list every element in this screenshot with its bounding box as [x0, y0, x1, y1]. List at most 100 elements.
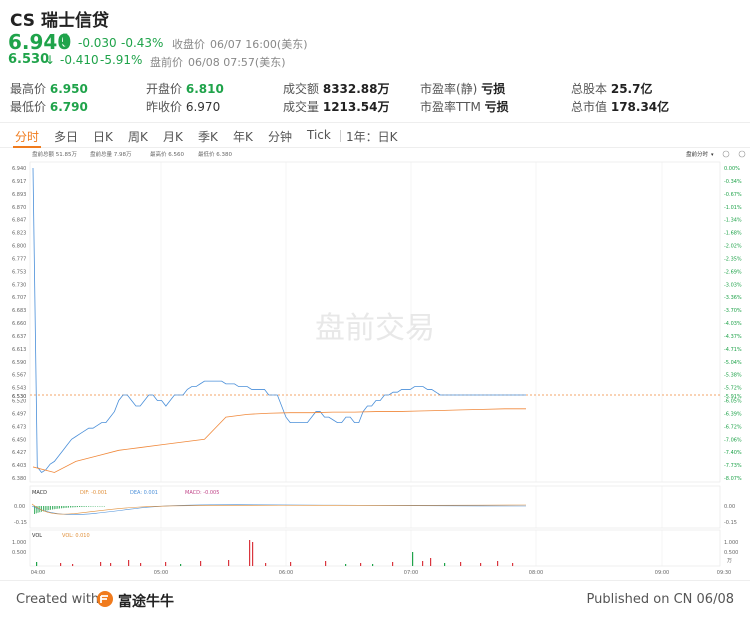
macd-bar — [91, 506, 93, 507]
macd-tick-0: 0.00 — [14, 504, 25, 510]
macd-bar — [68, 506, 69, 508]
volume-bar — [265, 563, 267, 566]
volume-bar — [480, 563, 482, 566]
avg-series-line — [32, 408, 526, 473]
price-tick-label: 6.660 — [12, 321, 26, 327]
chevron-down-icon[interactable]: ▾ — [711, 152, 714, 158]
zoom-in-icon[interactable] — [722, 150, 730, 158]
stat-open: 开盘价 6.810 — [146, 82, 224, 96]
zoom-out-icon[interactable] — [738, 150, 746, 158]
stat-mcap: 总市值 178.34亿 — [571, 100, 670, 114]
price-tick-label: 6.707 — [12, 295, 26, 301]
tab-multi-day[interactable]: 多日 — [54, 128, 78, 145]
stat-volume: 成交量 1213.54万 — [283, 100, 390, 114]
macd-bar — [88, 506, 89, 507]
price-tick-label: 6.917 — [12, 179, 26, 185]
mode-select[interactable]: 盘前分时 — [686, 150, 709, 158]
macd-bar — [95, 506, 96, 507]
macd-histogram — [34, 506, 105, 514]
volume-bar — [228, 560, 230, 566]
volume-bar — [512, 563, 514, 566]
vol-tick-right-0: 1.000 — [724, 540, 738, 546]
tab-year-k[interactable]: 年K — [233, 128, 253, 145]
macd-bar — [84, 506, 86, 507]
macd-bar — [50, 506, 51, 510]
time-tick-label: 05:00 — [154, 570, 168, 576]
vol-frame — [29, 529, 721, 567]
macd-bar — [102, 506, 104, 507]
pct-tick-label: -2.02% — [724, 244, 742, 250]
brand-name: 富途牛牛 — [118, 594, 174, 610]
macd-tick-right-1: -0.15 — [724, 520, 737, 526]
price-tick-label: 6.847 — [12, 218, 26, 224]
pct-tick-label: -0.67% — [724, 192, 742, 198]
price-tick-label: 6.683 — [12, 308, 26, 314]
pct-tick-label: -4.37% — [724, 334, 742, 340]
pct-tick-label: -3.03% — [724, 282, 742, 288]
macd-bar — [62, 506, 64, 509]
created-with-label: Created with — [16, 592, 100, 607]
tab-minute[interactable]: 分钟 — [268, 128, 292, 145]
volume-bar — [252, 542, 254, 566]
price-tick-label: 6.777 — [12, 256, 26, 262]
macd-bar — [82, 506, 84, 507]
tab-quarter-k[interactable]: 季K — [198, 128, 218, 145]
tab-month-k[interactable]: 月K — [163, 128, 183, 145]
price-tick-label: 6.543 — [12, 386, 26, 392]
tab-tick[interactable]: Tick — [307, 128, 331, 142]
tab-separator — [340, 130, 341, 142]
tab-intraday[interactable]: 分时 — [15, 128, 39, 145]
stat-low: 最低价 6.790 — [10, 100, 88, 114]
volume-bar — [412, 552, 414, 566]
pct-tick-label: 0.00% — [724, 166, 740, 172]
time-tick-label: 09:00 — [655, 570, 669, 576]
volume-bar — [180, 564, 182, 566]
pct-tick-label: -4.71% — [724, 347, 742, 353]
macd-bar — [75, 506, 77, 508]
dif-line — [31, 503, 527, 515]
volume-bar — [444, 563, 446, 566]
volume-bar — [345, 564, 347, 566]
pct-tick-label: -1.01% — [724, 205, 742, 211]
price-change-pct: -0.43% — [121, 36, 164, 50]
macd-bar — [77, 506, 78, 508]
volume-bar — [110, 563, 112, 566]
pre-label: 盘前价 — [150, 56, 183, 69]
watermark: 盘前交易 — [315, 311, 435, 346]
pct-tick-label: -6.39% — [724, 411, 742, 417]
volume-bar — [72, 564, 74, 566]
time-tick-label: 04:00 — [31, 570, 45, 576]
macd-bar — [73, 506, 75, 508]
current-pct-label: -5.91% — [724, 394, 742, 400]
macd-bar — [52, 506, 53, 510]
down-arrow-icon: ⬇ — [58, 31, 73, 51]
pct-axis: 0.00% -0.34% -0.67% -1.01% -1.34% -1.68% -2.02… — [724, 166, 742, 482]
pct-tick-label: -5.72% — [724, 386, 742, 392]
volume-bar — [290, 562, 292, 566]
price-tick-label: 6.893 — [12, 192, 26, 198]
tab-week-k[interactable]: 周K — [128, 128, 148, 145]
macd-tick-right-0: 0.00 — [724, 504, 735, 510]
tab-day-k[interactable]: 日K — [93, 128, 113, 145]
pre-arrow-icon: ↓ — [45, 53, 56, 67]
vol-value-label: VOL: 0.010 — [62, 533, 90, 539]
time-tick-label: 09:30 — [717, 570, 731, 576]
price-tick-label: 6.730 — [12, 282, 26, 288]
time-axis: 04:00 05:00 06:00 07:00 08:00 09:00 09:30 — [31, 570, 731, 576]
info-low: 最低价 6.380 — [198, 150, 232, 158]
pct-tick-label: -8.07% — [724, 476, 742, 482]
pct-tick-label: -7.40% — [724, 450, 742, 456]
stat-high: 最高价 6.950 — [10, 82, 88, 96]
time-tick-label: 07:00 — [404, 570, 418, 576]
macd-bar — [64, 506, 66, 508]
pct-tick-label: -3.70% — [724, 308, 742, 314]
pct-tick-label: -6.72% — [724, 424, 742, 430]
macd-bar — [97, 506, 98, 507]
tab-year-day-k[interactable]: 1年：日K — [346, 128, 398, 145]
price-tick-label: 6.450 — [12, 437, 26, 443]
volume-bar — [460, 562, 462, 566]
macd-tick-1: -0.15 — [14, 520, 27, 526]
pct-tick-label: -2.35% — [724, 256, 742, 262]
volume-bar — [249, 540, 251, 566]
macd-bar — [100, 506, 102, 507]
